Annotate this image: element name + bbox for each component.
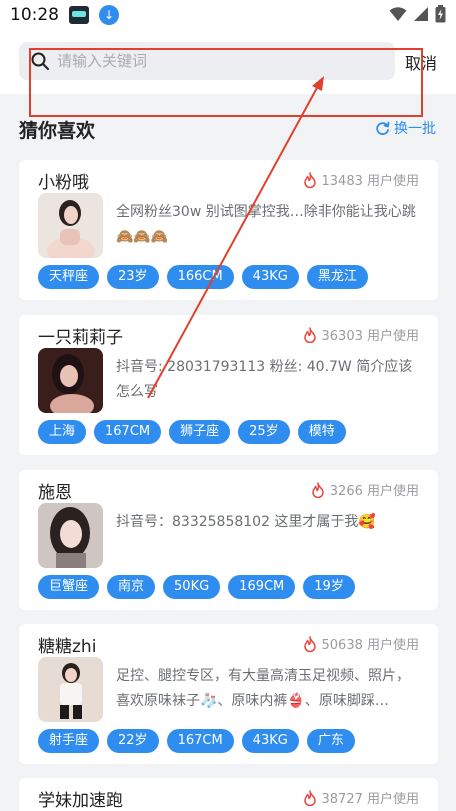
avatar [38, 503, 103, 568]
download-icon: ↓ [99, 5, 119, 25]
tag[interactable]: 狮子座 [169, 420, 231, 444]
usage-text: 38727 用户使用 [321, 792, 420, 807]
tag[interactable]: 167CM [94, 420, 162, 444]
refresh-button[interactable]: 换一批 [375, 118, 436, 138]
section-title: 猜你喜欢 [19, 120, 96, 142]
tag[interactable]: 19岁 [303, 575, 355, 599]
status-time: 10:28 [10, 5, 59, 25]
influencer-card[interactable]: 一只莉莉子 36303 用户使用 抖音号: 28031793113 粉丝: 40… [19, 315, 438, 455]
card-name: 糖糖zhi [38, 637, 97, 657]
tag[interactable]: 23岁 [107, 265, 159, 289]
avatar [38, 193, 103, 258]
fire-icon [303, 326, 316, 343]
tag[interactable]: 天秤座 [38, 265, 100, 289]
tag[interactable]: 25岁 [238, 420, 290, 444]
usage-count: 50638 用户使用 [303, 634, 420, 653]
tag[interactable]: 166CM [166, 265, 234, 289]
tag[interactable]: 50KG [163, 575, 221, 599]
tag[interactable]: 射手座 [38, 729, 100, 753]
tag-list: 巨蟹座 南京 50KG 169CM 19岁 [38, 575, 355, 599]
search-icon [31, 52, 49, 70]
tag-list: 天秤座 23岁 166CM 43KG 黑龙江 [38, 265, 368, 289]
cancel-button[interactable]: 取消 [405, 50, 437, 74]
fire-icon [303, 789, 316, 806]
usage-count: 38727 用户使用 [303, 788, 420, 807]
tag[interactable]: 黑龙江 [306, 265, 368, 289]
tag-list: 射手座 22岁 167CM 43KG 广东 [38, 729, 355, 753]
usage-text: 13483 用户使用 [321, 174, 420, 189]
tag[interactable]: 167CM [166, 729, 234, 753]
avatar [38, 657, 103, 722]
battery-icon [435, 5, 446, 23]
card-name: 施恩 [38, 483, 72, 503]
card-description: 足控、腿控专区，有大量高清玉足视频、照片，喜欢原味袜子🧦、原味内裤👙、原味脚踩… [116, 668, 410, 709]
card-name: 学妹加速跑 [38, 791, 123, 811]
avatar [38, 348, 103, 413]
refresh-label: 换一批 [394, 121, 436, 137]
refresh-icon [376, 121, 390, 135]
card-name: 一只莉莉子 [38, 328, 123, 348]
tag[interactable]: 上海 [38, 420, 87, 444]
usage-text: 50638 用户使用 [321, 638, 420, 653]
card-description: 全网粉丝30w 别试图掌控我…除非你能让我心跳🙈🙈🙈 [116, 204, 416, 245]
usage-text: 3266 用户使用 [329, 484, 419, 499]
tag[interactable]: 43KG [241, 265, 299, 289]
usage-text: 36303 用户使用 [321, 329, 420, 344]
tag[interactable]: 巨蟹座 [38, 575, 100, 599]
signal-icon [414, 7, 428, 21]
influencer-card[interactable]: 糖糖zhi 50638 用户使用 足控、腿控专区，有大量高清玉足视频、照片，喜欢… [19, 624, 438, 764]
fire-icon [312, 481, 324, 498]
search-header: 取消 [0, 30, 456, 94]
wifi-icon [389, 7, 407, 21]
search-input[interactable] [57, 52, 357, 70]
search-box[interactable] [19, 42, 395, 80]
card-description: 抖音号：83325858102 这里才属于我🥰 [116, 514, 376, 530]
tag[interactable]: 模特 [297, 420, 346, 444]
fire-icon [303, 171, 316, 188]
status-indicators [389, 5, 446, 23]
usage-count: 36303 用户使用 [303, 325, 420, 344]
card-name: 小粉哦 [38, 173, 89, 193]
tag[interactable]: 南京 [107, 575, 156, 599]
fire-icon [303, 635, 316, 652]
app-icon [69, 6, 89, 24]
tag[interactable]: 22岁 [107, 729, 159, 753]
tag[interactable]: 43KG [241, 729, 299, 753]
usage-count: 13483 用户使用 [303, 170, 420, 189]
tag-list: 上海 167CM 狮子座 25岁 模特 [38, 420, 346, 444]
card-description: 抖音号: 28031793113 粉丝: 40.7W 简介应该怎么写 [116, 359, 413, 400]
tag[interactable]: 广东 [306, 729, 355, 753]
influencer-card[interactable]: 施恩 3266 用户使用 抖音号：83325858102 这里才属于我🥰 巨蟹座… [19, 470, 438, 610]
usage-count: 3266 用户使用 [311, 480, 419, 499]
influencer-card[interactable]: 学妹加速跑 38727 用户使用 [19, 778, 438, 811]
influencer-card[interactable]: 小粉哦 13483 用户使用 全网粉丝30w 别试图掌控我…除非你能让我心跳🙈🙈… [19, 160, 438, 300]
tag[interactable]: 169CM [228, 575, 296, 599]
status-bar: 10:28 ↓ [0, 0, 456, 30]
